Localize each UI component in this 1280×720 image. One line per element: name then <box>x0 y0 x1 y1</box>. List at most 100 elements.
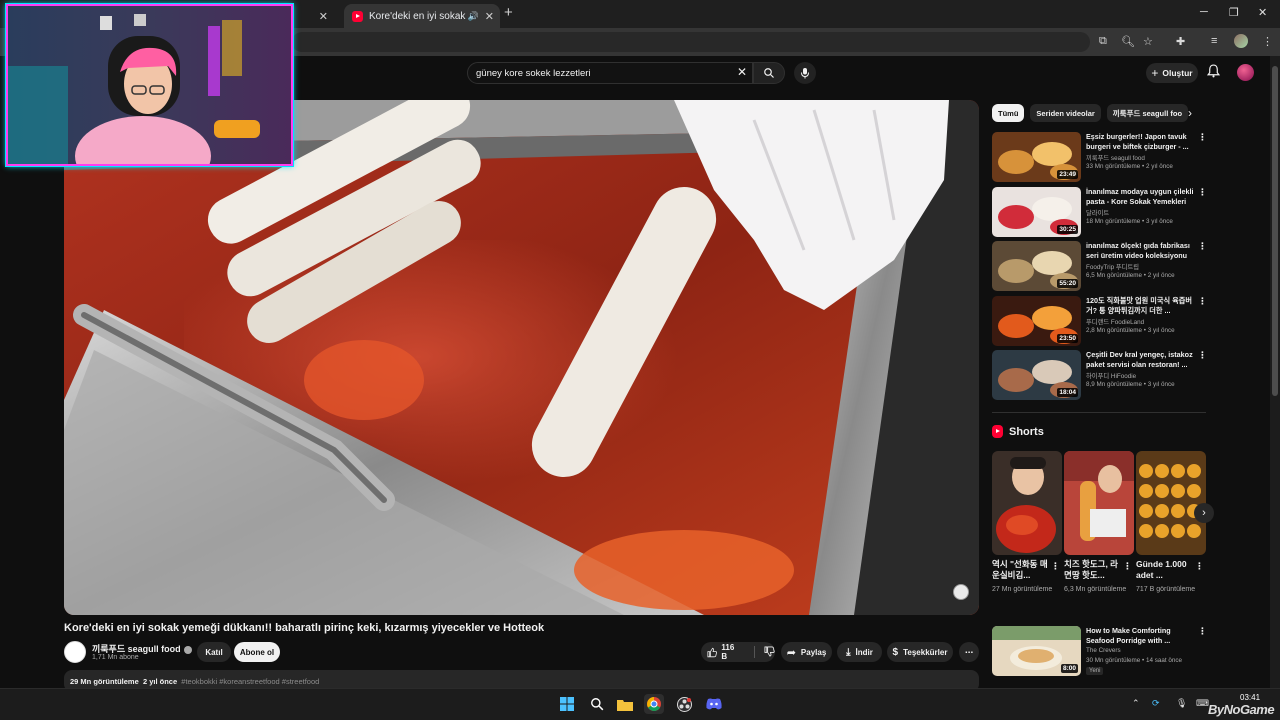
short-title: 역시 "선화동 매운실비김... <box>992 559 1048 580</box>
chip-series[interactable]: Seriden videolar <box>1030 104 1101 122</box>
install-app-icon[interactable]: ⧉ <box>1099 35 1107 48</box>
short-item[interactable]: 역시 "선화동 매운실비김... ⋮ 27 Mn görüntüleme <box>992 451 1062 595</box>
dislike-button[interactable] <box>764 646 775 659</box>
bell-icon <box>1206 64 1221 78</box>
shorts-next-button[interactable]: › <box>1194 503 1214 523</box>
user-avatar[interactable] <box>1237 64 1254 81</box>
recommendation-item[interactable]: 8:00 How to Make Comforting Seafood Porr… <box>992 626 1207 676</box>
clear-search-icon[interactable]: ✕ <box>737 65 747 79</box>
minimize-icon[interactable]: ─ <box>1200 6 1208 18</box>
video-thumbnail: 30:25 <box>992 187 1081 237</box>
address-bar[interactable] <box>292 32 1090 52</box>
new-tab-icon[interactable]: + <box>504 4 513 21</box>
channel-name[interactable]: The Crevers <box>1086 647 1121 654</box>
channel-watermark: ByNoGame <box>1208 702 1275 717</box>
page-scrollbar[interactable] <box>1270 56 1280 688</box>
notifications-button[interactable] <box>1206 64 1221 83</box>
discord-icon[interactable] <box>704 694 724 714</box>
youtube-favicon-icon <box>352 10 363 22</box>
taskbar-search-icon[interactable] <box>587 694 607 714</box>
more-vertical-icon[interactable]: ⋮ <box>1198 350 1207 361</box>
plus-icon: + <box>1151 66 1159 80</box>
short-item[interactable]: 치즈 핫도그, 라면땅 핫도... ⋮ 6,3 Mn görüntüleme <box>1064 451 1134 595</box>
channel-avatar[interactable] <box>64 641 86 663</box>
divider <box>754 646 755 658</box>
obs-icon[interactable] <box>674 694 694 714</box>
channel-name[interactable]: 끼룩푸드 seagull food <box>1086 153 1145 162</box>
more-vertical-icon[interactable]: ⋮ <box>1198 296 1207 307</box>
thumbs-up-icon <box>707 647 718 657</box>
recommendation-item[interactable]: 18:04 Çeşitli Dev kral yengeç, istakoz pa… <box>992 350 1207 400</box>
channel-watermark-icon[interactable] <box>953 584 969 600</box>
recommendation-item[interactable]: 23:49 Eşsiz burgerler!! Japon tavuk burge… <box>992 132 1207 182</box>
browser-tab-active[interactable]: Kore'deki en iyi sokak yeme 🔊 ✕ <box>344 4 500 28</box>
streamer-camera-feed <box>8 6 291 164</box>
video-thumbnail: 18:04 <box>992 350 1081 400</box>
sync-icon[interactable]: ⟳ <box>1152 698 1160 709</box>
subscribe-button[interactable]: Abone ol <box>234 642 280 662</box>
recommendation-item[interactable]: 23:50 120도 직화불맛 업원 미국식 육즙버거? 통 양파튀김까지 더한 … <box>992 296 1207 346</box>
recommendation-item[interactable]: 30:25 İnanılmaz modaya uygun çilekli past… <box>992 187 1207 237</box>
video-title: How to Make Comforting Seafood Porridge … <box>1086 626 1171 645</box>
channel-name[interactable]: 푸디랜드 FoodieLand <box>1086 317 1144 326</box>
more-vertical-icon[interactable]: ⋮ <box>1123 561 1132 572</box>
close-tab-icon[interactable]: ✕ <box>485 10 494 23</box>
video-duration: 23:49 <box>1057 170 1078 179</box>
view-count: 29 Mn görüntüleme <box>70 677 139 686</box>
video-player[interactable] <box>64 100 979 615</box>
more-vertical-icon[interactable]: ⋮ <box>1195 561 1204 572</box>
subscriber-count: 1,71 Mn abone <box>92 654 139 661</box>
speaker-icon[interactable]: 🔊 <box>468 11 479 22</box>
search-button[interactable] <box>753 62 785 84</box>
more-horizontal-icon: ⋯ <box>965 647 973 657</box>
hashtags[interactable]: #teokbokki #koreanstreetfood #streetfood <box>181 677 319 686</box>
more-vertical-icon[interactable]: ⋮ <box>1198 187 1207 198</box>
chrome-taskbar-icon[interactable] <box>644 694 664 714</box>
channel-name[interactable]: 달라이트 <box>1086 208 1109 217</box>
channel-name[interactable]: 하이푸디 HiFoodie <box>1086 371 1136 380</box>
more-vertical-icon[interactable]: ⋮ <box>1198 132 1207 143</box>
download-button[interactable]: ⤓ İndir <box>837 642 882 662</box>
voice-search-button[interactable] <box>794 62 816 84</box>
close-window-icon[interactable]: ✕ <box>1258 6 1267 19</box>
recommendation-item[interactable]: 55:20 inanılmaz ölçek! gıda fabrikası ser… <box>992 241 1207 291</box>
browser-menu-icon[interactable]: ⋮ <box>1262 35 1273 48</box>
more-vertical-icon[interactable]: ⋮ <box>1198 626 1207 637</box>
shorts-logo-icon <box>992 425 1003 438</box>
windows-start-icon[interactable] <box>557 694 577 714</box>
chip-channel[interactable]: 끼룩푸드 seagull foo <box>1106 104 1189 122</box>
chevron-right-icon[interactable]: › <box>1188 106 1192 120</box>
chip-all[interactable]: Tümü <box>992 104 1025 122</box>
mic-tray-icon[interactable]: 🎙︎ <box>1176 698 1187 709</box>
channel-name[interactable]: FoodyTrip 푸디트립 <box>1086 262 1139 271</box>
browser-tab-inactive[interactable]: ✕ <box>290 4 342 28</box>
short-item[interactable]: Günde 1.000 adet ... ⋮ 717 B görüntüleme <box>1136 451 1206 595</box>
more-vertical-icon[interactable]: ⋮ <box>1198 241 1207 252</box>
create-button[interactable]: + Oluştur <box>1146 63 1198 83</box>
video-title: Eşsiz burgerler!! Japon tavuk burgeri ve… <box>1086 132 1189 151</box>
video-title: İnanılmaz modaya uygun çilekli pasta - K… <box>1086 187 1194 206</box>
media-control-icon[interactable]: ≡ <box>1211 35 1217 47</box>
more-actions-button[interactable]: ⋯ <box>959 642 979 662</box>
short-title: 치즈 핫도그, 라면땅 핫도... <box>1064 559 1119 580</box>
search-input[interactable]: güney kore sokek lezzetleri <box>467 62 753 84</box>
video-title: inanılmaz ölçek! gıda fabrikası seri üre… <box>1086 241 1190 260</box>
join-button[interactable]: Katıl <box>197 642 231 662</box>
extensions-icon[interactable]: ✚ <box>1176 35 1185 48</box>
share-button[interactable]: ➦ Paylaş <box>781 642 832 662</box>
tray-overflow-icon[interactable]: ⌃ <box>1132 698 1140 709</box>
file-explorer-icon[interactable] <box>615 694 635 714</box>
like-button[interactable]: 116 B <box>707 643 741 661</box>
share-icon: ➦ <box>786 646 796 659</box>
join-label: Katıl <box>205 647 223 657</box>
maximize-icon[interactable]: ❐ <box>1229 6 1239 19</box>
bookmark-star-icon[interactable]: ☆ <box>1143 35 1153 48</box>
zoom-icon[interactable]: 🔍︎ <box>1121 35 1135 48</box>
more-vertical-icon[interactable]: ⋮ <box>1051 561 1060 572</box>
browser-profile-icon[interactable] <box>1234 34 1248 48</box>
filter-chips: Tümü Seriden videolar 끼룩푸드 seagull foo <box>992 104 1189 122</box>
close-tab-icon[interactable]: ✕ <box>319 10 328 23</box>
video-meta: 6,5 Mn görüntüleme • 2 yıl önce <box>1086 272 1175 279</box>
scrollbar-thumb[interactable] <box>1272 66 1278 396</box>
thanks-button[interactable]: $ Teşekkürler <box>887 642 953 662</box>
